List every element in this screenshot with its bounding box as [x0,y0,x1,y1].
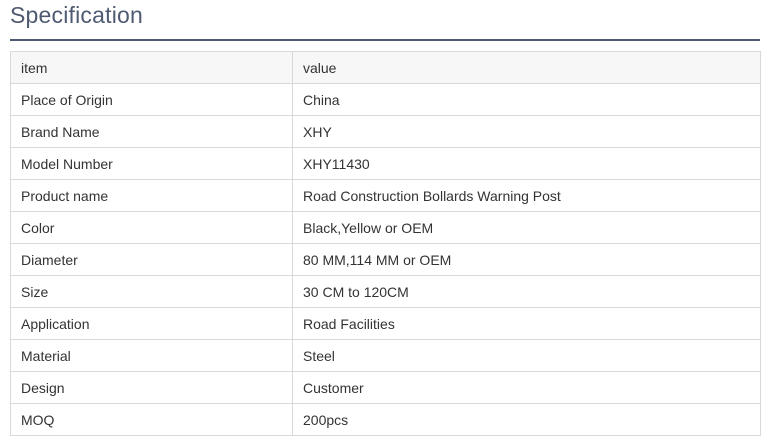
table-row: Material Steel [10,339,761,372]
spec-item-cell: Brand Name [10,115,293,148]
table-row: MOQ 200pcs [10,403,761,436]
spec-value-cell: 80 MM,114 MM or OEM [292,243,761,276]
spec-value-cell: XHY [292,115,761,148]
table-row: Application Road Facilities [10,307,761,340]
spec-value-cell: 30 CM to 120CM [292,275,761,308]
spec-item-cell: Product name [10,179,293,212]
table-row: Product name Road Construction Bollards … [10,179,761,212]
spec-value-cell: China [292,83,761,116]
spec-item-cell: Diameter [10,243,293,276]
table-header-row: item value [10,51,761,84]
table-row: Model Number XHY11430 [10,147,761,180]
table-row: Color Black,Yellow or OEM [10,211,761,244]
spec-item-cell: Design [10,371,293,404]
table-row: Brand Name XHY [10,115,761,148]
spec-value-cell: 200pcs [292,403,761,436]
spec-value-cell: XHY11430 [292,147,761,180]
table-row: Design Customer [10,371,761,404]
spec-value-cell: Black,Yellow or OEM [292,211,761,244]
column-header-value: value [292,51,761,84]
spec-item-cell: Place of Origin [10,83,293,116]
spec-value-cell: Road Facilities [292,307,761,340]
spec-item-cell: Model Number [10,147,293,180]
page-title: Specification [10,2,144,28]
spec-value-cell: Steel [292,339,761,372]
spec-item-cell: Material [10,339,293,372]
spec-item-cell: Application [10,307,293,340]
table-row: Size 30 CM to 120CM [10,275,761,308]
table-row: Place of Origin China [10,83,761,116]
column-header-item: item [10,51,293,84]
spec-value-cell: Road Construction Bollards Warning Post [292,179,761,212]
spec-item-cell: Color [10,211,293,244]
spec-item-cell: Size [10,275,293,308]
title-divider [10,39,760,41]
specification-table: item value Place of Origin China Brand N… [10,51,761,436]
table-row: Diameter 80 MM,114 MM or OEM [10,243,761,276]
spec-value-cell: Customer [292,371,761,404]
spec-item-cell: MOQ [10,403,293,436]
